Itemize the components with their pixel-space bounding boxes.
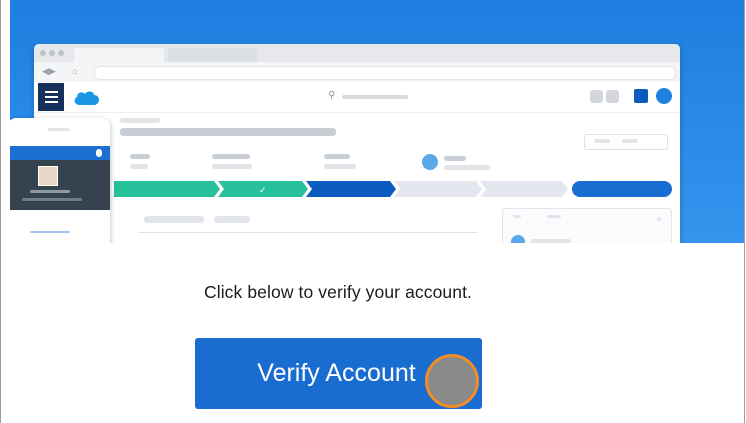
placeholder-line <box>324 154 350 159</box>
placeholder-line <box>130 154 150 159</box>
path-step-complete <box>114 181 220 197</box>
sales-path: ✓ <box>114 181 672 197</box>
mobile-mockup <box>10 118 110 243</box>
path-step-current <box>306 181 396 197</box>
placeholder-line <box>212 164 252 169</box>
app-launcher-icon <box>634 89 648 103</box>
browser-tab <box>74 48 164 62</box>
path-step-upcoming <box>480 181 568 197</box>
placeholder-line <box>547 215 561 218</box>
menu-icon <box>38 83 64 111</box>
path-step-upcoming <box>394 181 482 197</box>
placeholder-line <box>531 239 571 243</box>
placeholder-line <box>30 190 70 193</box>
placeholder-line <box>324 164 356 169</box>
cloud-logo-icon <box>74 91 100 105</box>
placeholder-line <box>513 215 521 218</box>
placeholder-line <box>212 154 250 159</box>
verify-prompt: Click below to verify your account. <box>203 282 473 302</box>
profile-photo-icon <box>38 166 58 186</box>
address-bar: ◀▶ ⌂ <box>34 62 680 83</box>
placeholder-line <box>622 139 638 143</box>
verify-account-label: Verify Account <box>257 359 416 387</box>
placeholder-line <box>130 164 148 169</box>
browser-tab <box>168 48 258 62</box>
placeholder-line <box>120 118 160 123</box>
placeholder-line <box>120 128 336 136</box>
home-icon: ⌂ <box>72 66 78 76</box>
url-field <box>94 66 676 80</box>
side-panel <box>502 208 672 243</box>
back-forward-icon: ◀▶ <box>42 66 56 76</box>
placeholder-line <box>444 156 466 161</box>
window-dot-icon <box>40 50 46 56</box>
phone-speaker <box>48 128 70 131</box>
mark-complete-pill <box>572 181 672 197</box>
phone-status-bar <box>10 146 110 160</box>
placeholder-line <box>144 216 204 223</box>
browser-titlebar <box>34 44 680 62</box>
placeholder-line <box>30 231 70 233</box>
window-dot-icon <box>49 50 55 56</box>
app-header: ⚲ <box>34 82 680 113</box>
header-button-icon <box>606 90 619 103</box>
user-avatar-icon <box>656 88 672 104</box>
window-dot-icon <box>58 50 64 56</box>
hero-banner: ◀▶ ⌂ ⚲ ✓ <box>10 0 744 243</box>
notification-bell-icon <box>96 149 102 157</box>
contact-avatar-icon <box>511 235 525 243</box>
search-placeholder-bar <box>342 95 408 99</box>
browser-mockup: ◀▶ ⌂ ⚲ ✓ <box>34 44 680 243</box>
owner-avatar-icon <box>422 154 438 170</box>
divider <box>138 232 478 233</box>
placeholder-line <box>22 198 82 201</box>
placeholder-line <box>444 165 490 170</box>
phone-profile-card <box>10 160 110 210</box>
check-icon: ✓ <box>259 186 267 196</box>
dropdown-icon <box>657 217 661 221</box>
placeholder-line <box>214 216 250 223</box>
header-button-icon <box>590 90 603 103</box>
placeholder-line <box>594 139 610 143</box>
click-cursor-icon <box>425 354 479 408</box>
search-icon: ⚲ <box>328 90 336 101</box>
